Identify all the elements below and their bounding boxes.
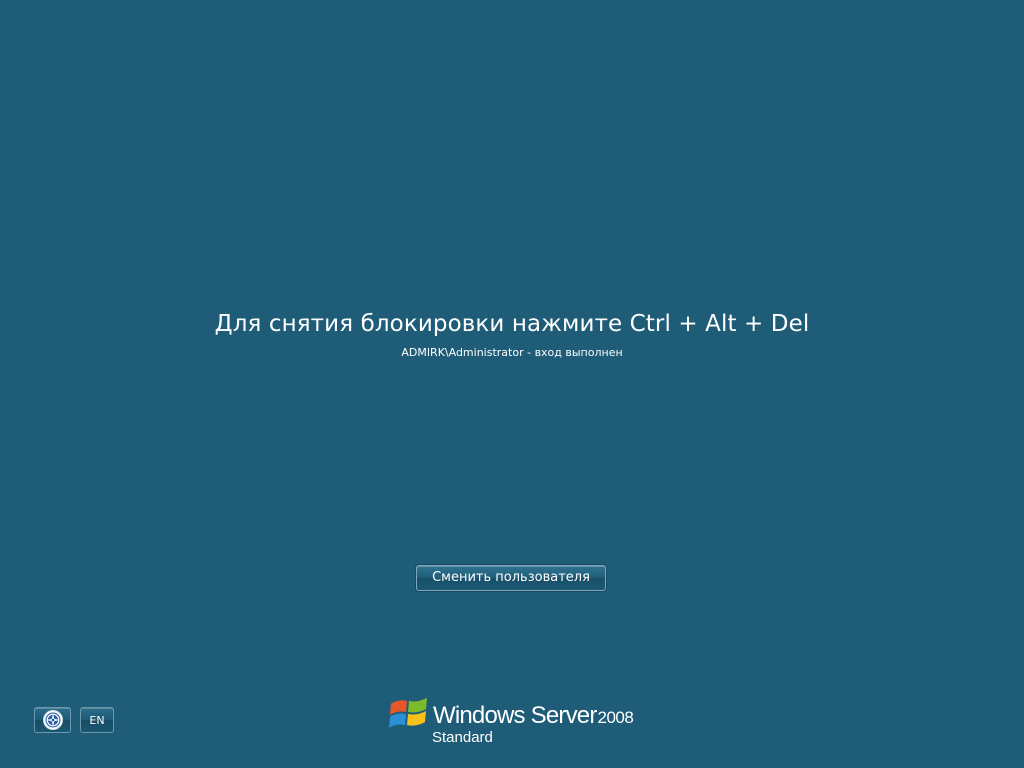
lock-message-block: Для снятия блокировки нажмите Ctrl + Alt…: [0, 308, 1024, 360]
windows-flag-icon: [388, 694, 432, 738]
lock-screen: Для снятия блокировки нажмите Ctrl + Alt…: [0, 0, 1024, 768]
product-edition: Standard: [432, 729, 493, 746]
ease-of-access-icon: [42, 709, 64, 731]
brand-line: Windows Server2008: [433, 702, 634, 730]
language-label: EN: [89, 713, 105, 727]
lock-message: Для снятия блокировки нажмите Ctrl + Alt…: [214, 311, 810, 337]
product-version: 2008: [597, 708, 634, 727]
session-status: ADMIRK\Administrator - вход выполнен: [401, 346, 623, 359]
windows-server-branding: Windows Server2008 Standard: [388, 694, 648, 754]
product-name: Windows Server: [433, 702, 597, 729]
switch-user-button[interactable]: Сменить пользователя: [416, 565, 606, 591]
language-button[interactable]: EN: [80, 707, 114, 733]
ease-of-access-button[interactable]: [34, 707, 71, 733]
